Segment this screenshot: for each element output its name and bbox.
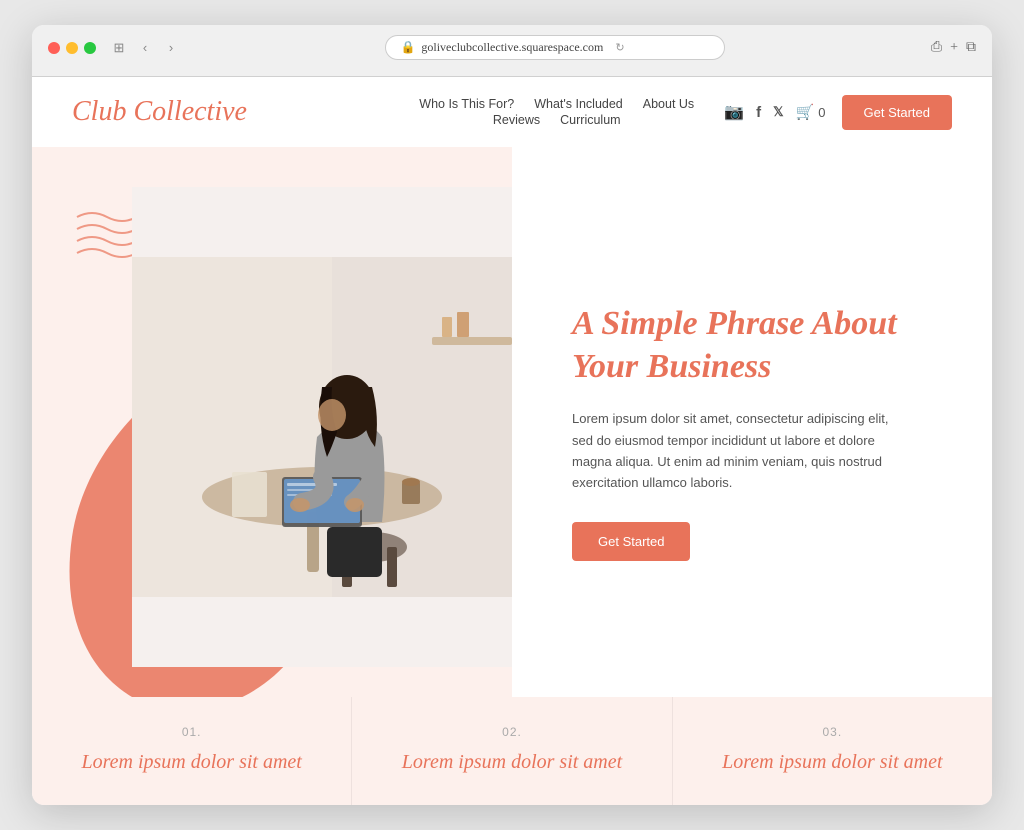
feature-item-3: 03. Lorem ipsum dolor sit amet xyxy=(673,697,992,805)
hero-cta-button[interactable]: Get Started xyxy=(572,522,690,561)
feature-3-title: Lorem ipsum dolor sit amet xyxy=(713,749,952,775)
hero-right: A Simple Phrase About Your Business Lore… xyxy=(512,147,992,697)
browser-controls: ⊞ ‹ › xyxy=(110,39,180,57)
browser-window: ⊞ ‹ › 🔒 goliveclubcollective.squarespace… xyxy=(32,25,992,805)
nav-get-started-button[interactable]: Get Started xyxy=(842,95,952,130)
browser-actions: ⎙ + ⧉ xyxy=(931,40,976,56)
facebook-icon[interactable]: f xyxy=(756,104,761,121)
navigation: Club Collective Who Is This For? What's … xyxy=(32,77,992,147)
hero-section: A Simple Phrase About Your Business Lore… xyxy=(32,147,992,697)
instagram-icon[interactable]: 📷 xyxy=(724,102,744,122)
url-text: goliveclubcollective.squarespace.com xyxy=(421,40,603,55)
cart-button[interactable]: 🛒 0 xyxy=(796,103,826,121)
duplicate-icon[interactable]: ⧉ xyxy=(966,40,976,56)
hero-title: A Simple Phrase About Your Business xyxy=(572,303,942,388)
nav-links: Who Is This For? What's Included About U… xyxy=(419,97,694,127)
lock-icon: 🔒 xyxy=(400,40,415,55)
features-section: 01. Lorem ipsum dolor sit amet 02. Lorem… xyxy=(32,697,992,805)
hero-body: Lorem ipsum dolor sit amet, consectetur … xyxy=(572,408,912,494)
social-icons: 📷 f 𝕏 🛒 0 xyxy=(724,102,825,122)
tl-red[interactable] xyxy=(48,42,60,54)
feature-item-2: 02. Lorem ipsum dolor sit amet xyxy=(352,697,672,805)
share-icon[interactable]: ⎙ xyxy=(931,40,942,56)
nav-link-reviews[interactable]: Reviews xyxy=(493,113,540,127)
site-logo[interactable]: Club Collective xyxy=(72,96,247,128)
address-bar: 🔒 goliveclubcollective.squarespace.com ↻ xyxy=(190,35,921,60)
feature-1-title: Lorem ipsum dolor sit amet xyxy=(72,749,311,775)
twitter-icon[interactable]: 𝕏 xyxy=(773,104,783,120)
nav-row-1: Who Is This For? What's Included About U… xyxy=(419,97,694,111)
reload-icon: ↻ xyxy=(615,41,624,54)
cart-count: 0 xyxy=(818,105,825,120)
hero-image xyxy=(132,187,512,667)
traffic-lights xyxy=(48,42,96,54)
sidebar-toggle-btn[interactable]: ⊞ xyxy=(110,39,128,57)
feature-item-1: 01. Lorem ipsum dolor sit amet xyxy=(32,697,352,805)
hero-left xyxy=(32,147,512,697)
back-btn[interactable]: ‹ xyxy=(136,39,154,57)
browser-chrome: ⊞ ‹ › 🔒 goliveclubcollective.squarespace… xyxy=(32,25,992,77)
nav-link-who[interactable]: Who Is This For? xyxy=(419,97,514,111)
new-tab-icon[interactable]: + xyxy=(950,40,958,56)
feature-2-title: Lorem ipsum dolor sit amet xyxy=(392,749,631,775)
url-display[interactable]: 🔒 goliveclubcollective.squarespace.com ↻ xyxy=(385,35,725,60)
page-content: Club Collective Who Is This For? What's … xyxy=(32,77,992,805)
tl-green[interactable] xyxy=(84,42,96,54)
feature-1-number: 01. xyxy=(72,725,311,739)
forward-btn[interactable]: › xyxy=(162,39,180,57)
nav-link-whats-included[interactable]: What's Included xyxy=(534,97,623,111)
feature-2-number: 02. xyxy=(392,725,631,739)
nav-link-curriculum[interactable]: Curriculum xyxy=(560,113,620,127)
tl-yellow[interactable] xyxy=(66,42,78,54)
cart-icon: 🛒 xyxy=(796,103,815,121)
nav-row-2: Reviews Curriculum xyxy=(493,113,621,127)
feature-3-number: 03. xyxy=(713,725,952,739)
nav-link-about[interactable]: About Us xyxy=(643,97,694,111)
